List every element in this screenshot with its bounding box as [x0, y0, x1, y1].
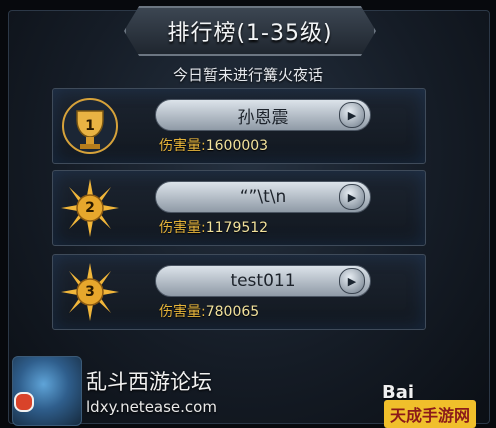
damage-label-1: 伤害量:: [159, 138, 206, 154]
notice-text: 今日暂未进行篝火夜话: [172, 66, 323, 84]
damage-info-3: 伤害量:780065: [159, 301, 259, 321]
ranking-row-1: 1 孙恩震 ▶ 伤害量:1600003: [52, 88, 426, 164]
ranking-row-3: 3 test011 ▶ 伤害量:780065: [52, 254, 426, 330]
leaderboard-title: 排行榜(1-35级): [124, 6, 376, 56]
play-arrow-icon: ▶: [347, 274, 357, 288]
ranking-row-2: 2 “”\t\n ▶ 伤害量:1179512: [52, 170, 426, 246]
forum-title: 乱斗西游论坛: [86, 370, 212, 394]
site-watermark: 天成手游网: [384, 400, 477, 428]
damage-value-2: 1179512: [205, 220, 269, 236]
rank-number-3: 3: [85, 284, 95, 300]
damage-info-2: 伤害量:1179512: [159, 217, 268, 237]
damage-label-3: 伤害量:: [159, 304, 206, 320]
view-player-button-2[interactable]: ▶: [339, 184, 365, 210]
damage-info-1: 伤害量:1600003: [159, 135, 268, 155]
rank-number-2: 2: [85, 200, 95, 216]
damage-label-2: 伤害量:: [159, 220, 206, 236]
play-arrow-icon: ▶: [347, 108, 357, 122]
view-player-button-3[interactable]: ▶: [339, 268, 365, 294]
forum-logo-icon: [12, 356, 82, 426]
damage-value-1: 1600003: [205, 138, 269, 154]
forum-url: ldxy.netease.com: [86, 398, 217, 416]
play-arrow-icon: ▶: [347, 190, 357, 204]
netease-mark-icon: [14, 392, 34, 412]
view-player-button-1[interactable]: ▶: [339, 102, 365, 128]
damage-value-3: 780065: [205, 304, 260, 320]
rank-number-1: 1: [85, 118, 95, 134]
